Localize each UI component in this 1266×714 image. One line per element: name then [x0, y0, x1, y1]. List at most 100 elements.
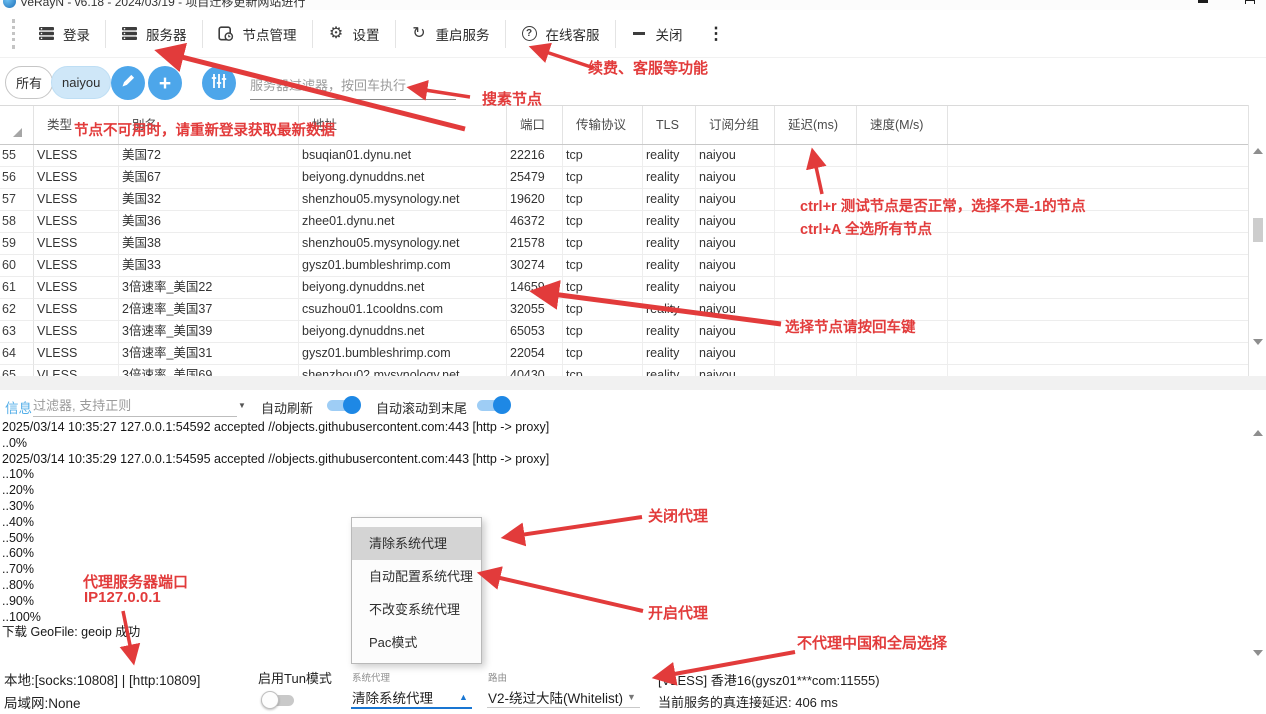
- log-line: ..60%: [2, 546, 1202, 562]
- cell-port: 22054: [507, 343, 563, 365]
- table-body: 55VLESS美国72bsuqian01.dynu.net22216tcprea…: [0, 145, 1248, 376]
- group-chip-all[interactable]: 所有: [5, 66, 53, 99]
- toolbar: 登录 服务器 节点管理 ⚙ 设置 ↻ 重启服务 ? 在线客服: [0, 10, 1266, 58]
- horizontal-scrollbar-track[interactable]: [0, 376, 1266, 390]
- table-row[interactable]: 62VLESS2倍速率_美国37csuzhou01.1cooldns.com32…: [0, 299, 1248, 321]
- cell-port: 30274: [507, 255, 563, 277]
- chevron-up-icon[interactable]: ▲: [459, 692, 468, 702]
- tun-mode-label: 启用Tun模式: [258, 668, 332, 687]
- add-subscription-button[interactable]: +: [148, 66, 182, 100]
- local-listen-info: 本地:[socks:10808] | [http:10809]: [4, 669, 200, 689]
- cell-filler: [948, 145, 1248, 167]
- cell-speed: [857, 167, 948, 189]
- table-row[interactable]: 64VLESS3倍速率_美国31gysz01.bumbleshrimp.com2…: [0, 343, 1248, 365]
- auto-refresh-toggle[interactable]: [327, 396, 361, 414]
- menu-item[interactable]: 清除系统代理: [352, 527, 481, 560]
- cell-tls: reality: [643, 299, 696, 321]
- cell-port: 32055: [507, 299, 563, 321]
- cell-tls: reality: [643, 277, 696, 299]
- table-row[interactable]: 61VLESS3倍速率_美国22beiyong.dynuddns.net1465…: [0, 277, 1248, 299]
- auto-scroll-label: 自动滚动到末尾: [376, 398, 467, 417]
- header-protocol[interactable]: 传输协议: [563, 106, 643, 144]
- header-latency[interactable]: 延迟(ms): [775, 106, 857, 144]
- cell-filler: [948, 167, 1248, 189]
- cell-filler: [948, 255, 1248, 277]
- online-support-button[interactable]: ? 在线客服: [506, 18, 615, 50]
- cell-tls: reality: [643, 167, 696, 189]
- close-button[interactable]: 关闭: [616, 18, 698, 50]
- cell-protocol: tcp: [563, 299, 643, 321]
- login-label: 登录: [63, 24, 90, 44]
- route-select-underline: [487, 707, 640, 708]
- restart-service-button[interactable]: ↻ 重启服务: [396, 18, 505, 50]
- kebab-menu-icon[interactable]: ⋮: [698, 24, 735, 44]
- server-icon: [38, 25, 55, 42]
- table-row[interactable]: 59VLESS美国38shenzhou05.mysynology.net2157…: [0, 233, 1248, 255]
- minimize-icon: [631, 25, 648, 42]
- chevron-down-icon[interactable]: ▼: [627, 692, 636, 702]
- cell-filler: [948, 277, 1248, 299]
- cell-address: beiyong.dynuddns.net: [299, 167, 507, 189]
- log-line: ..20%: [2, 483, 1202, 499]
- table-scroll-up-icon[interactable]: [1253, 148, 1263, 154]
- group-chip-naiyou[interactable]: naiyou: [51, 66, 111, 99]
- cell-port: 46372: [507, 211, 563, 233]
- cell-index: 57: [0, 189, 34, 211]
- table-row[interactable]: 60VLESS美国33gysz01.bumbleshrimp.com30274t…: [0, 255, 1248, 277]
- cell-tls: reality: [643, 145, 696, 167]
- edit-subscription-button[interactable]: [111, 66, 145, 100]
- login-button[interactable]: 登录: [23, 18, 105, 50]
- cell-type: VLESS: [34, 255, 119, 277]
- server-filter-input[interactable]: [250, 72, 456, 100]
- header-group[interactable]: 订阅分组: [696, 106, 775, 144]
- chevron-down-icon[interactable]: ▼: [238, 401, 246, 410]
- cell-group: naiyou: [696, 211, 775, 233]
- plus-icon: +: [159, 73, 171, 94]
- log-filter-input[interactable]: [33, 395, 237, 417]
- header-corner[interactable]: [0, 106, 34, 144]
- cell-alias: 美国72: [119, 145, 299, 167]
- servers-label: 服务器: [146, 24, 187, 44]
- log-line: 2025/03/14 10:35:27 127.0.0.1:54592 acce…: [2, 420, 1202, 436]
- auto-scroll-toggle[interactable]: [477, 396, 511, 414]
- menu-item[interactable]: Pac模式: [352, 626, 481, 659]
- table-scrollbar-thumb[interactable]: [1253, 218, 1263, 242]
- table-scroll-down-icon[interactable]: [1253, 339, 1263, 345]
- cell-group: naiyou: [696, 255, 775, 277]
- maximize-window-button[interactable]: [1245, 0, 1255, 4]
- annotation-ctrl-a: ctrl+A 全选所有节点: [800, 218, 932, 239]
- table-row[interactable]: 56VLESS美国67beiyong.dynuddns.net25479tcpr…: [0, 167, 1248, 189]
- log-line: ..40%: [2, 515, 1202, 531]
- tun-mode-toggle[interactable]: [261, 691, 295, 709]
- system-proxy-select-value[interactable]: 清除系统代理: [352, 687, 433, 707]
- log-line: 下载 GeoFile: geoip 成功: [2, 625, 1202, 641]
- annotation-search-nodes: 搜素节点: [482, 88, 542, 109]
- minimize-window-button[interactable]: [1198, 0, 1208, 3]
- cell-alias: 美国67: [119, 167, 299, 189]
- menu-item[interactable]: 自动配置系统代理: [352, 560, 481, 593]
- log-lines: 2025/03/14 10:35:27 127.0.0.1:54592 acce…: [2, 420, 1202, 641]
- table-row[interactable]: 65VLESS3倍速率_美国69shenzhou02.mysynology.ne…: [0, 365, 1248, 376]
- cell-alias: 美国38: [119, 233, 299, 255]
- cell-group: naiyou: [696, 299, 775, 321]
- node-manage-button[interactable]: 节点管理: [203, 18, 312, 50]
- cell-protocol: tcp: [563, 321, 643, 343]
- servers-button[interactable]: 服务器: [106, 18, 202, 50]
- log-scroll-down-icon[interactable]: [1253, 650, 1263, 656]
- sort-filter-button[interactable]: [202, 66, 236, 100]
- cell-index: 61: [0, 277, 34, 299]
- header-tls[interactable]: TLS: [643, 106, 696, 144]
- header-port[interactable]: 端口: [507, 106, 563, 144]
- route-select-value[interactable]: V2-绕过大陆(Whitelist): [488, 687, 623, 707]
- settings-button[interactable]: ⚙ 设置: [313, 18, 395, 50]
- toggle-knob: [261, 691, 279, 709]
- help-icon: ?: [521, 25, 538, 42]
- log-scroll-up-icon[interactable]: [1253, 430, 1263, 436]
- table-row[interactable]: 63VLESS3倍速率_美国39beiyong.dynuddns.net6505…: [0, 321, 1248, 343]
- toolbar-drag-handle[interactable]: [12, 19, 15, 49]
- cell-latency: [775, 365, 857, 376]
- table-row[interactable]: 55VLESS美国72bsuqian01.dynu.net22216tcprea…: [0, 145, 1248, 167]
- cell-protocol: tcp: [563, 255, 643, 277]
- menu-item[interactable]: 不改变系统代理: [352, 593, 481, 626]
- header-speed[interactable]: 速度(M/s): [857, 106, 948, 144]
